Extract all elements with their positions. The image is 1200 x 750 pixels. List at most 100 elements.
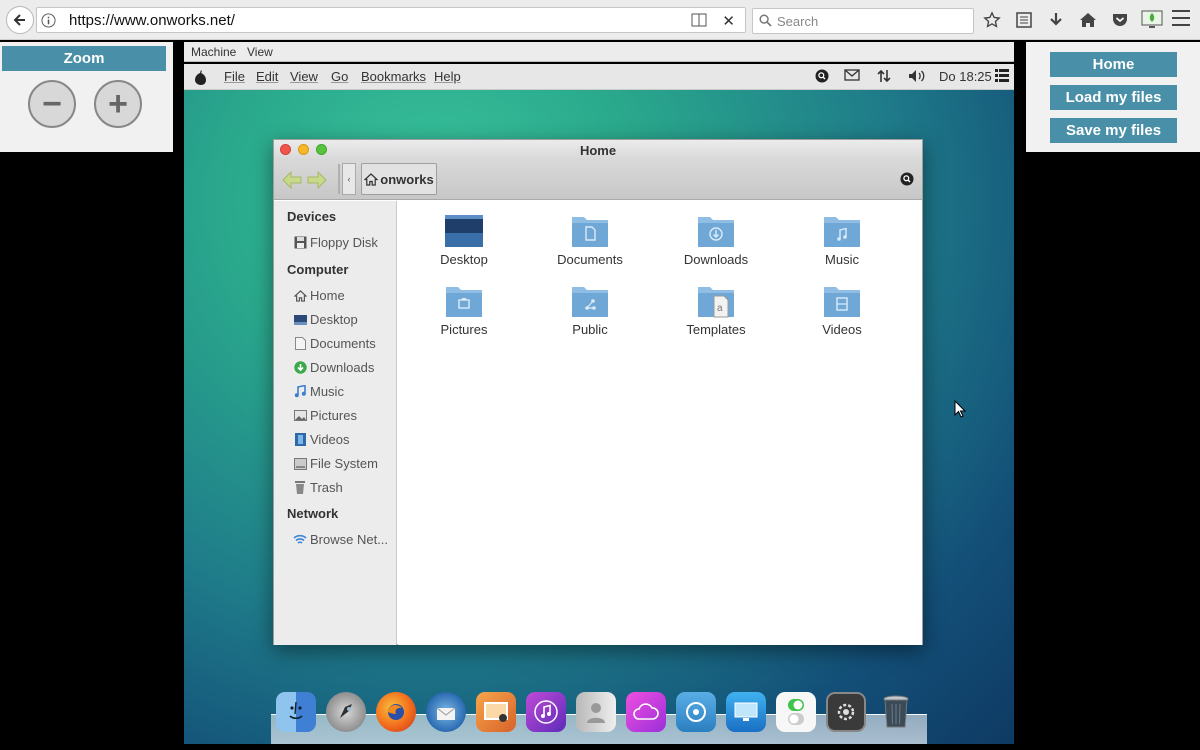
sidebar-item-desktop[interactable]: Desktop bbox=[293, 312, 358, 327]
back-button[interactable] bbox=[6, 6, 34, 34]
screenshot-extension-icon[interactable] bbox=[1140, 8, 1164, 32]
folder-music[interactable]: Music bbox=[792, 213, 892, 267]
thunderbird-icon[interactable] bbox=[426, 692, 466, 732]
browser-toolbar: https://www.onworks.net/ ✕ Search bbox=[0, 0, 1200, 40]
back-arrow-icon bbox=[13, 14, 25, 26]
notification-list-icon[interactable] bbox=[995, 69, 1009, 82]
home-icon bbox=[293, 289, 307, 302]
sidebar-item-videos[interactable]: Videos bbox=[293, 432, 350, 447]
back-arrow-icon[interactable] bbox=[281, 170, 303, 190]
reader-view-icon[interactable] bbox=[691, 13, 707, 27]
document-icon bbox=[294, 337, 306, 350]
folder-desktop[interactable]: Desktop bbox=[414, 213, 514, 267]
sidebar-item-home[interactable]: Home bbox=[293, 288, 345, 303]
menu-help[interactable]: Help bbox=[434, 69, 461, 84]
folder-label: Pictures bbox=[440, 322, 488, 337]
sidebar-item-trash[interactable]: Trash bbox=[293, 480, 343, 495]
finder-icon[interactable] bbox=[276, 692, 316, 732]
sidebar-heading-computer: Computer bbox=[287, 262, 349, 277]
pocket-icon[interactable] bbox=[1108, 8, 1132, 32]
window-titlebar[interactable]: Home bbox=[274, 140, 922, 160]
sidebar-item-file-system[interactable]: File System bbox=[293, 456, 378, 471]
menu-edit[interactable]: Edit bbox=[256, 69, 278, 84]
sidebar-item-label: Videos bbox=[310, 432, 350, 447]
desktop-icon bbox=[293, 314, 307, 325]
sidebar-item-pictures[interactable]: Pictures bbox=[293, 408, 357, 423]
path-button-home[interactable]: onworks bbox=[361, 163, 437, 195]
cydia-icon[interactable] bbox=[676, 692, 716, 732]
home-icon[interactable] bbox=[1076, 8, 1100, 32]
file-actions-panel: Home Load my files Save my files bbox=[1026, 42, 1200, 152]
sidebar-item-music[interactable]: Music bbox=[293, 384, 344, 399]
music-note-icon bbox=[294, 385, 306, 398]
menu-view[interactable]: View bbox=[290, 69, 318, 84]
folder-pictures[interactable]: Pictures bbox=[414, 283, 514, 337]
folder-label: Downloads bbox=[683, 252, 749, 267]
menu-file[interactable]: File bbox=[224, 69, 245, 84]
system-preferences-icon[interactable] bbox=[826, 692, 866, 732]
home-button[interactable]: Home bbox=[1050, 52, 1177, 77]
toggles-icon[interactable] bbox=[776, 692, 816, 732]
path-button-label: onworks bbox=[380, 171, 434, 187]
stop-icon[interactable]: ✕ bbox=[722, 12, 735, 30]
vm-desktop[interactable]: File Edit View Go Bookmarks Help Do 18:2… bbox=[184, 64, 1014, 744]
search-placeholder: Search bbox=[777, 14, 819, 29]
search-input[interactable]: Search bbox=[752, 8, 974, 34]
home-icon bbox=[364, 172, 379, 186]
zoom-title: Zoom bbox=[2, 46, 166, 71]
trash-icon bbox=[295, 481, 305, 494]
menu-icon[interactable] bbox=[1172, 10, 1190, 26]
contacts-icon[interactable] bbox=[576, 692, 616, 732]
folder-downloads[interactable]: Downloads bbox=[666, 213, 766, 267]
volume-icon[interactable] bbox=[908, 69, 926, 83]
folder-public[interactable]: Public bbox=[540, 283, 640, 337]
vm-menu-view[interactable]: View bbox=[247, 45, 273, 59]
pear-logo-icon[interactable] bbox=[194, 69, 207, 85]
mail-icon[interactable] bbox=[844, 69, 860, 81]
sidebar-item-documents[interactable]: Documents bbox=[293, 336, 376, 351]
menu-bookmarks[interactable]: Bookmarks bbox=[361, 69, 426, 84]
menu-go[interactable]: Go bbox=[331, 69, 348, 84]
path-scroll-left-button[interactable]: ‹ bbox=[342, 163, 356, 195]
file-manager-content[interactable]: Desktop Documents Downloads Music Pictur… bbox=[398, 201, 922, 645]
search-icon[interactable] bbox=[900, 172, 914, 186]
folder-templates[interactable]: a Templates bbox=[666, 283, 766, 337]
mac-menubar: File Edit View Go Bookmarks Help Do 18:2… bbox=[184, 64, 1014, 90]
save-files-button[interactable]: Save my files bbox=[1050, 118, 1177, 143]
zoom-out-button[interactable]: − bbox=[28, 80, 76, 128]
network-transfer-icon[interactable] bbox=[877, 69, 891, 83]
downloads-folder-icon bbox=[698, 217, 734, 247]
itunes-icon[interactable] bbox=[526, 692, 566, 732]
spotlight-icon[interactable] bbox=[815, 69, 829, 83]
bookmark-star-icon[interactable] bbox=[980, 8, 1004, 32]
file-manager-window: Home ‹ onworks Devices Floppy Disk Compu… bbox=[273, 139, 923, 645]
launchpad-icon[interactable] bbox=[326, 692, 366, 732]
folder-documents[interactable]: Documents bbox=[540, 213, 640, 267]
zoom-in-button[interactable]: + bbox=[94, 80, 142, 128]
menubar-clock[interactable]: Do 18:25 bbox=[939, 69, 992, 84]
folder-videos[interactable]: Videos bbox=[792, 283, 892, 337]
vm-menubar: Machine View bbox=[184, 42, 1014, 62]
templates-folder-icon: a bbox=[698, 287, 734, 318]
photos-icon[interactable] bbox=[476, 692, 516, 732]
display-icon[interactable] bbox=[726, 692, 766, 732]
forward-arrow-icon[interactable] bbox=[306, 170, 328, 190]
firefox-icon[interactable] bbox=[376, 692, 416, 732]
toolbar-divider bbox=[338, 164, 340, 194]
search-icon bbox=[759, 14, 772, 27]
sidebar-item-floppy-disk[interactable]: Floppy Disk bbox=[293, 235, 378, 250]
picture-icon bbox=[293, 410, 307, 421]
icloud-icon[interactable] bbox=[626, 692, 666, 732]
info-icon[interactable] bbox=[41, 13, 56, 28]
sidebar-item-browse-network[interactable]: Browse Net... bbox=[293, 532, 388, 547]
trash-icon[interactable] bbox=[876, 692, 916, 732]
sidebar-item-label: Downloads bbox=[310, 360, 375, 375]
vm-menu-machine[interactable]: Machine bbox=[191, 45, 236, 59]
load-files-button[interactable]: Load my files bbox=[1050, 85, 1177, 110]
url-bar[interactable]: https://www.onworks.net/ ✕ bbox=[36, 7, 746, 33]
toolbar-icons bbox=[980, 8, 1164, 32]
download-icon[interactable] bbox=[1044, 8, 1068, 32]
sidebar-heading-network: Network bbox=[287, 506, 339, 521]
reading-list-icon[interactable] bbox=[1012, 8, 1036, 32]
sidebar-item-downloads[interactable]: Downloads bbox=[293, 360, 374, 375]
